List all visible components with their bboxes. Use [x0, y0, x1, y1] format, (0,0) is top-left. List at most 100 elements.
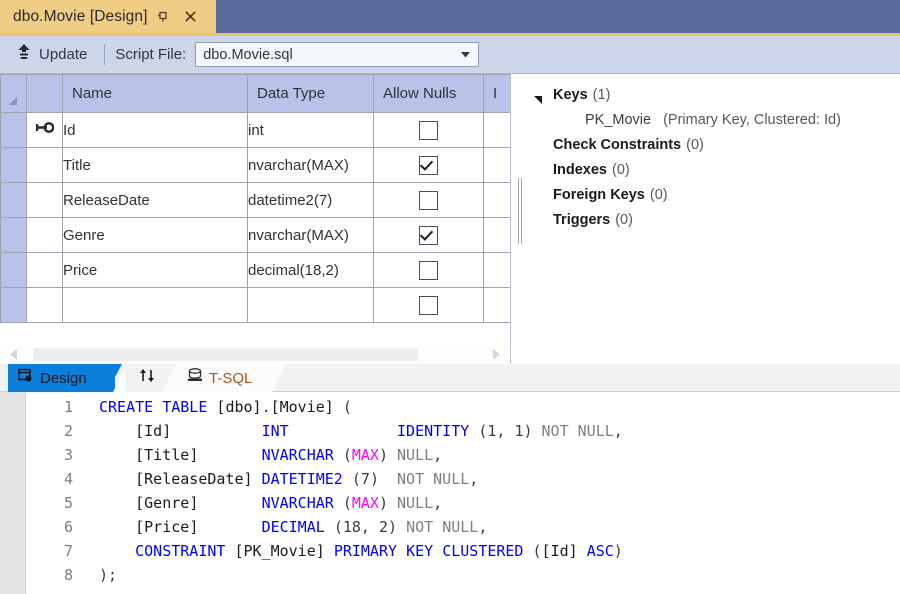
row-selector[interactable]: [1, 113, 27, 148]
tree-node-keys[interactable]: Keys(1): [534, 87, 894, 112]
row-selector[interactable]: [1, 288, 27, 323]
document-tab-dbo-movie-design[interactable]: dbo.Movie [Design]: [0, 0, 216, 33]
code-line[interactable]: 4 [ReleaseDate] DATETIME2 (7) NOT NULL,: [27, 467, 900, 491]
code-line[interactable]: 1CREATE TABLE [dbo].[Movie] (: [27, 395, 900, 419]
cell-extra[interactable]: [484, 183, 512, 218]
code-line[interactable]: 5 [Genre] NVARCHAR (MAX) NULL,: [27, 491, 900, 515]
cell-data-type[interactable]: nvarchar(MAX): [248, 148, 374, 183]
cell-extra[interactable]: [484, 113, 512, 148]
caret-right-icon[interactable]: [483, 349, 509, 360]
cell-data-type[interactable]: [248, 288, 374, 323]
line-number: 8: [27, 563, 73, 587]
script-file-value: dbo.Movie.sql: [196, 47, 456, 63]
pin-icon[interactable]: [152, 6, 174, 28]
columns-grid[interactable]: Name Data Type Allow Nulls I IdintTitlen…: [0, 74, 511, 364]
editor-code-lines[interactable]: 1CREATE TABLE [dbo].[Movie] (2 [Id] INT …: [27, 395, 900, 594]
allow-nulls-checkbox[interactable]: [419, 296, 438, 315]
code-line[interactable]: 3 [Title] NVARCHAR (MAX) NULL,: [27, 443, 900, 467]
allow-nulls-checkbox[interactable]: [419, 261, 438, 280]
row-key-indicator[interactable]: [27, 183, 63, 218]
cell-allow-nulls[interactable]: [374, 113, 484, 148]
chevron-down-icon[interactable]: [456, 52, 478, 58]
cell-name[interactable]: ReleaseDate: [63, 183, 248, 218]
allow-nulls-checkbox[interactable]: [419, 156, 438, 175]
line-text[interactable]: [Title] NVARCHAR (MAX) NULL,: [99, 446, 442, 464]
code-line[interactable]: 7 CONSTRAINT [PK_Movie] PRIMARY KEY CLUS…: [27, 539, 900, 563]
grid-header-allow-nulls[interactable]: Allow Nulls: [374, 75, 484, 113]
row-key-indicator[interactable]: [27, 113, 63, 148]
corner-triangle-icon: [9, 97, 17, 105]
code-line[interactable]: 8);: [27, 563, 900, 587]
table-row[interactable]: Pricedecimal(18,2): [1, 253, 512, 288]
grid-header-name[interactable]: Name: [63, 75, 248, 113]
grid-corner-header[interactable]: [1, 75, 27, 113]
cell-name[interactable]: Price: [63, 253, 248, 288]
tab-tsql[interactable]: T-SQL: [176, 364, 272, 392]
tree-node-triggers[interactable]: Triggers(0): [534, 212, 894, 237]
tree-node-label: Check Constraints: [553, 137, 681, 153]
cell-data-type[interactable]: nvarchar(MAX): [248, 218, 374, 253]
tree-node-foreign-keys[interactable]: Foreign Keys(0): [534, 187, 894, 212]
row-key-indicator[interactable]: [27, 148, 63, 183]
cell-allow-nulls[interactable]: [374, 253, 484, 288]
cell-extra[interactable]: [484, 218, 512, 253]
cell-name[interactable]: Title: [63, 148, 248, 183]
tree-node-indexes[interactable]: Indexes(0): [534, 162, 894, 187]
tsql-code-editor[interactable]: 1CREATE TABLE [dbo].[Movie] (2 [Id] INT …: [0, 392, 900, 594]
line-text[interactable]: );: [99, 566, 117, 584]
tree-node-check-constraints[interactable]: Check Constraints(0): [534, 137, 894, 162]
line-text[interactable]: [Genre] NVARCHAR (MAX) NULL,: [99, 494, 442, 512]
table-row[interactable]: [1, 288, 512, 323]
line-text[interactable]: CREATE TABLE [dbo].[Movie] (: [99, 398, 352, 416]
row-selector[interactable]: [1, 183, 27, 218]
cell-extra[interactable]: [484, 148, 512, 183]
code-line[interactable]: 6 [Price] DECIMAL (18, 2) NOT NULL,: [27, 515, 900, 539]
row-key-indicator[interactable]: [27, 218, 63, 253]
cell-data-type[interactable]: datetime2(7): [248, 183, 374, 218]
allow-nulls-checkbox[interactable]: [419, 121, 438, 140]
script-file-dropdown[interactable]: dbo.Movie.sql: [195, 42, 479, 67]
allow-nulls-checkbox[interactable]: [419, 226, 438, 245]
table-row[interactable]: Idint: [1, 113, 512, 148]
panel-splitter[interactable]: [517, 178, 523, 244]
line-text[interactable]: [Price] DECIMAL (18, 2) NOT NULL,: [99, 518, 487, 536]
line-text[interactable]: [ReleaseDate] DATETIME2 (7) NOT NULL,: [99, 470, 478, 488]
row-key-indicator[interactable]: [27, 253, 63, 288]
triangle-down-icon[interactable]: [534, 87, 553, 112]
grid-header-extra[interactable]: I: [484, 75, 512, 113]
tree-node-label: Keys: [553, 87, 588, 103]
code-line[interactable]: 2 [Id] INT IDENTITY (1, 1) NOT NULL,: [27, 419, 900, 443]
cell-allow-nulls[interactable]: [374, 288, 484, 323]
cell-extra[interactable]: [484, 288, 512, 323]
cell-data-type[interactable]: decimal(18,2): [248, 253, 374, 288]
tree-child-item[interactable]: PK_Movie(Primary Key, Clustered: Id): [534, 112, 894, 137]
cell-name[interactable]: Id: [63, 113, 248, 148]
close-icon[interactable]: [179, 6, 201, 28]
table-row[interactable]: Genrenvarchar(MAX): [1, 218, 512, 253]
update-button[interactable]: Update: [9, 42, 94, 68]
allow-nulls-checkbox[interactable]: [419, 191, 438, 210]
grid-header-data-type[interactable]: Data Type: [248, 75, 374, 113]
tab-design[interactable]: Design: [8, 364, 115, 392]
designer-toolbar: Update Script File: dbo.Movie.sql: [0, 36, 900, 74]
cell-name[interactable]: [63, 288, 248, 323]
row-selector[interactable]: [1, 253, 27, 288]
row-key-indicator[interactable]: [27, 288, 63, 323]
cell-allow-nulls[interactable]: [374, 218, 484, 253]
table-row[interactable]: Titlenvarchar(MAX): [1, 148, 512, 183]
row-selector[interactable]: [1, 148, 27, 183]
cell-data-type[interactable]: int: [248, 113, 374, 148]
scrollbar-track[interactable]: [27, 348, 483, 361]
tree-expander-placeholder: [534, 162, 553, 187]
cell-extra[interactable]: [484, 253, 512, 288]
caret-left-icon[interactable]: [1, 349, 27, 360]
scrollbar-thumb[interactable]: [33, 348, 418, 361]
cell-name[interactable]: Genre: [63, 218, 248, 253]
line-text[interactable]: [Id] INT IDENTITY (1, 1) NOT NULL,: [99, 422, 623, 440]
cell-allow-nulls[interactable]: [374, 148, 484, 183]
cell-allow-nulls[interactable]: [374, 183, 484, 218]
line-text[interactable]: CONSTRAINT [PK_Movie] PRIMARY KEY CLUSTE…: [99, 542, 623, 560]
row-selector[interactable]: [1, 218, 27, 253]
grid-horizontal-scrollbar[interactable]: [1, 345, 509, 364]
table-row[interactable]: ReleaseDatedatetime2(7): [1, 183, 512, 218]
